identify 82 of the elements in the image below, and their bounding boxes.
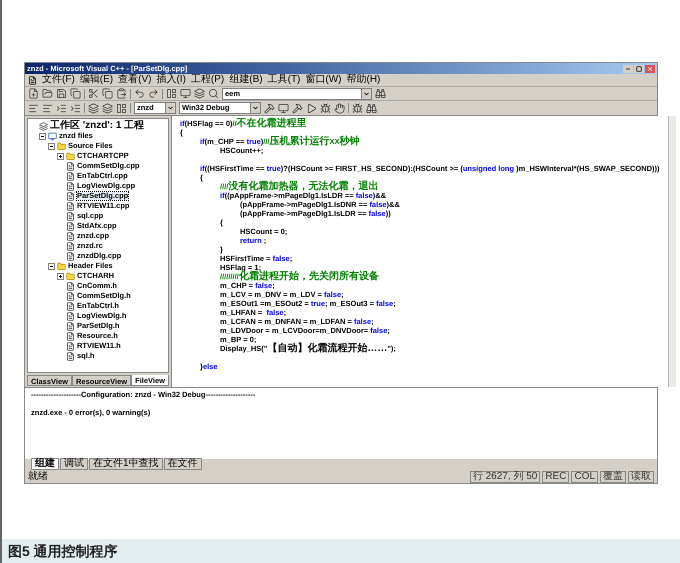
output-tab[interactable]: 在文件1中查找 — [89, 458, 163, 470]
maximize-icon[interactable] — [634, 64, 644, 72]
bug-icon[interactable] — [320, 102, 331, 114]
status-pane: COL — [571, 470, 598, 482]
text-icon[interactable] — [28, 102, 39, 114]
file-icon — [66, 292, 75, 300]
file-icon — [66, 352, 75, 360]
folder-icon — [66, 272, 75, 280]
output-tab[interactable]: 组建 — [31, 458, 59, 470]
run-icon[interactable] — [306, 102, 317, 114]
expand-toggle[interactable] — [57, 152, 64, 160]
tree-item[interactable]: 工作区 'znzd': 1 工程 — [50, 121, 144, 131]
panel-icon[interactable] — [116, 102, 127, 114]
copy-icon[interactable] — [102, 88, 113, 99]
file-icon — [66, 212, 75, 220]
collapse-toggle[interactable] — [48, 142, 55, 150]
binoculars-icon[interactable] — [366, 102, 377, 114]
menu-item[interactable]: 组建(B) — [229, 75, 263, 85]
hand-icon[interactable] — [334, 102, 345, 114]
menu-item[interactable]: 查看(V) — [118, 75, 152, 85]
windows-icon[interactable] — [102, 102, 113, 114]
scrollbar[interactable] — [668, 116, 676, 387]
status-pane: 覆盖 — [600, 470, 626, 482]
collapse-toggle[interactable] — [48, 262, 55, 270]
hammer-icon[interactable] — [264, 102, 275, 114]
minimize-icon[interactable] — [623, 64, 633, 72]
status-message: 就绪 — [28, 472, 48, 482]
file-icon — [66, 172, 75, 180]
monitor-icon[interactable] — [278, 102, 289, 114]
status-pane: 读取 — [628, 470, 654, 482]
output-window-icon[interactable] — [180, 88, 191, 99]
expand-toggle[interactable] — [57, 272, 64, 280]
folder-icon — [66, 152, 75, 160]
open-folder-icon[interactable] — [42, 88, 53, 99]
windows-icon[interactable] — [88, 102, 99, 114]
collapse-toggle[interactable] — [39, 132, 46, 140]
file-icon — [66, 222, 75, 230]
menu-item[interactable]: 插入(I) — [156, 75, 186, 85]
file-icon — [66, 192, 75, 200]
paste-icon[interactable] — [116, 88, 127, 99]
file-icon — [66, 282, 75, 290]
output-tab[interactable]: 在文件 — [164, 458, 202, 470]
file-icon — [66, 252, 75, 260]
file-icon — [66, 242, 75, 250]
undo-icon[interactable] — [134, 88, 145, 99]
folder-icon — [57, 142, 66, 150]
menu-item[interactable]: 文件(F) — [42, 75, 75, 85]
save-icon[interactable] — [56, 88, 67, 99]
redo-icon[interactable] — [148, 88, 159, 99]
menu-item[interactable]: 帮助(H) — [346, 75, 380, 85]
menu-item[interactable]: 窗口(W) — [305, 75, 342, 85]
file-icon — [66, 182, 75, 190]
status-pane: 行 2627, 列 50 — [470, 470, 540, 482]
file-icon — [66, 332, 75, 340]
file-icon — [66, 232, 75, 240]
status-pane: REC — [542, 470, 570, 482]
document-icon — [28, 76, 37, 84]
bug-icon[interactable] — [352, 102, 363, 114]
folder-icon — [57, 262, 66, 270]
indent-icon[interactable] — [56, 102, 67, 114]
menu-item[interactable]: 工具(T) — [268, 75, 300, 85]
new-file-icon[interactable] — [28, 88, 39, 99]
binoculars-icon[interactable] — [375, 88, 386, 99]
scissors-icon[interactable] — [88, 88, 99, 99]
menu-item[interactable]: 编辑(E) — [80, 75, 114, 85]
output-tab[interactable]: 调试 — [60, 458, 88, 470]
project-icon — [48, 132, 57, 140]
search-icon[interactable] — [208, 88, 219, 99]
file-icon — [66, 342, 75, 350]
file-icon — [66, 162, 75, 170]
close-icon[interactable] — [645, 64, 655, 72]
figure-caption: 图5 通用控制程序 — [8, 542, 118, 560]
file-icon — [66, 312, 75, 320]
file-icon — [66, 322, 75, 330]
file-icon — [66, 202, 75, 210]
code-editor[interactable] — [172, 116, 676, 387]
text-icon[interactable] — [42, 102, 53, 114]
copy-icon[interactable] — [70, 88, 81, 99]
menu-item[interactable]: 工程(P) — [190, 75, 224, 85]
build-icon[interactable] — [292, 102, 303, 114]
file-icon — [66, 302, 75, 310]
windows-icon[interactable] — [194, 88, 205, 99]
